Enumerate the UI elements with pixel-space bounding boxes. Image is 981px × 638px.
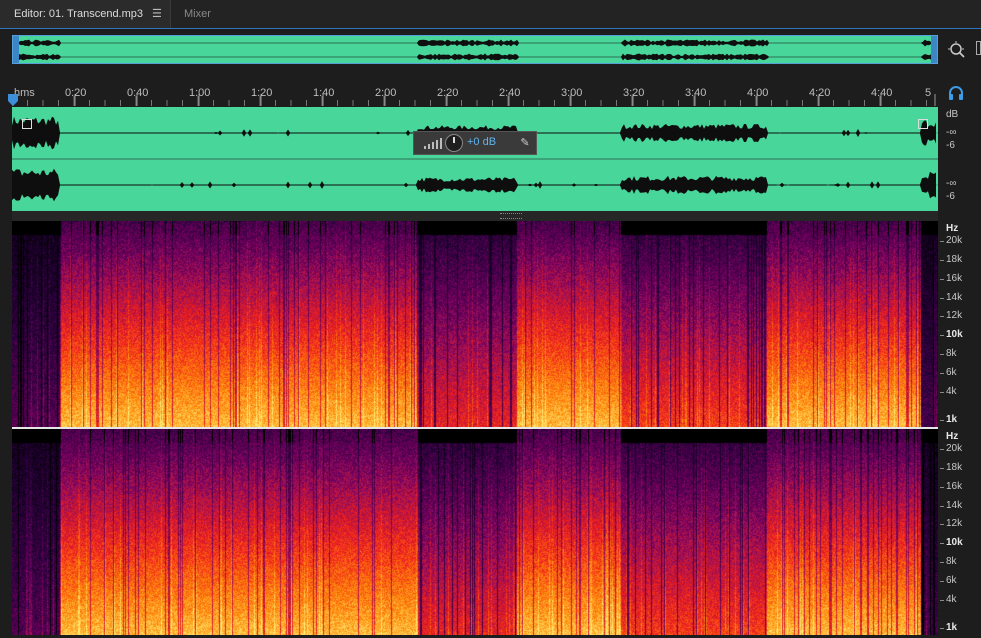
pin-icon[interactable]: ✎ — [518, 136, 532, 150]
zoom-navigator-icon[interactable] — [947, 40, 967, 60]
db-unit-label: dB — [946, 109, 959, 120]
fade-in-handle-icon[interactable] — [22, 119, 32, 129]
ruler-ticks — [12, 94, 936, 106]
ruler-tick-label: 0:40 — [127, 87, 149, 99]
spectrogram-channel-1[interactable] — [12, 221, 938, 427]
ruler-tick-label: 4:20 — [809, 87, 831, 99]
freq-label: 6k — [940, 367, 957, 378]
freq-label: 20k — [939, 443, 963, 454]
freq-label: 16k — [939, 481, 963, 492]
ruler-tick-label: 4:40 — [871, 87, 893, 99]
spectrogram-channel-2[interactable] — [12, 429, 938, 635]
divider-grip-icon[interactable] — [500, 213, 522, 219]
ruler-tick-label: 1:40 — [313, 87, 335, 99]
panel-edge-icon[interactable] — [976, 41, 981, 55]
db-label-6-1: -6 — [946, 140, 955, 151]
freq-label: 10k — [940, 537, 963, 548]
freq-label: 4k — [940, 594, 957, 605]
tab-mixer[interactable]: Mixer — [184, 0, 211, 28]
freq-label: 1k — [939, 414, 958, 425]
freq-label: 6k — [940, 575, 957, 586]
panel-menu-icon[interactable]: ☰ — [152, 0, 162, 28]
ruler-tick-label: 2:00 — [375, 87, 397, 99]
freq-label: 12k — [939, 518, 963, 529]
waveform-display[interactable] — [12, 107, 938, 211]
time-ruler[interactable] — [12, 82, 938, 106]
freq-label: 4k — [940, 386, 957, 397]
ruler-tick-label: 5 — [925, 87, 932, 99]
ruler-tick-label: 0:20 — [65, 87, 87, 99]
freq-label: Hz — [946, 223, 959, 234]
overview-right-handle[interactable] — [931, 36, 937, 63]
playhead-marker-icon[interactable] — [8, 94, 18, 106]
freq-label: 1k — [939, 622, 958, 633]
freq-label: 14k — [939, 292, 963, 303]
channel-separator — [12, 427, 938, 429]
freq-label: Hz — [946, 431, 959, 442]
db-label-inf-1: -∞ — [946, 127, 957, 138]
ruler-tick-label: 1:20 — [251, 87, 273, 99]
volume-knob[interactable] — [445, 134, 463, 152]
ruler-tick-label: 3:20 — [623, 87, 645, 99]
volume-hud[interactable]: +0 dB ✎ — [413, 131, 537, 155]
ruler-tick-label: 3:00 — [561, 87, 583, 99]
freq-label: 18k — [939, 462, 963, 473]
freq-label: 12k — [939, 310, 963, 321]
freq-label: 18k — [939, 254, 963, 265]
fade-out-handle-icon[interactable] — [918, 119, 928, 129]
waveform-channels — [12, 116, 938, 202]
db-label-inf-2: -∞ — [946, 178, 957, 189]
freq-label: 8k — [940, 556, 957, 567]
ruler-tick-label: 4:00 — [747, 87, 769, 99]
freq-label: 16k — [939, 273, 963, 284]
tab-editor[interactable]: Editor: 01. Transcend.mp3 ☰ — [0, 0, 171, 28]
ruler-tick-label: 1:00 — [189, 87, 211, 99]
ruler-tick-label: 2:20 — [437, 87, 459, 99]
freq-label: 20k — [939, 235, 963, 246]
volume-value[interactable]: +0 dB — [467, 136, 496, 148]
frequency-scale-2: Hz 20k 18k 16k 14k 12k 10k 8k 6k 4k 1k — [939, 429, 981, 635]
freq-label: 10k — [940, 329, 963, 340]
ruler-tick-label: 2:40 — [499, 87, 521, 99]
amplitude-scale: dB -∞ -6 -∞ -6 — [940, 107, 981, 211]
level-meter-icon — [424, 138, 442, 149]
db-label-6-2: -6 — [946, 191, 955, 202]
freq-label: 8k — [940, 348, 957, 359]
freq-label: 14k — [939, 500, 963, 511]
view-divider[interactable] — [12, 211, 938, 221]
frequency-scale-1: Hz 20k 18k 16k 14k 12k 10k 8k 6k 4k 1k — [939, 221, 981, 427]
tab-editor-label: Editor: 01. Transcend.mp3 — [14, 8, 144, 20]
overview-left-handle[interactable] — [13, 36, 19, 63]
overview-navigator[interactable] — [12, 35, 938, 64]
headphones-icon[interactable] — [948, 85, 964, 101]
ruler-tick-label: 3:40 — [685, 87, 707, 99]
overview-waveform — [13, 39, 937, 61]
